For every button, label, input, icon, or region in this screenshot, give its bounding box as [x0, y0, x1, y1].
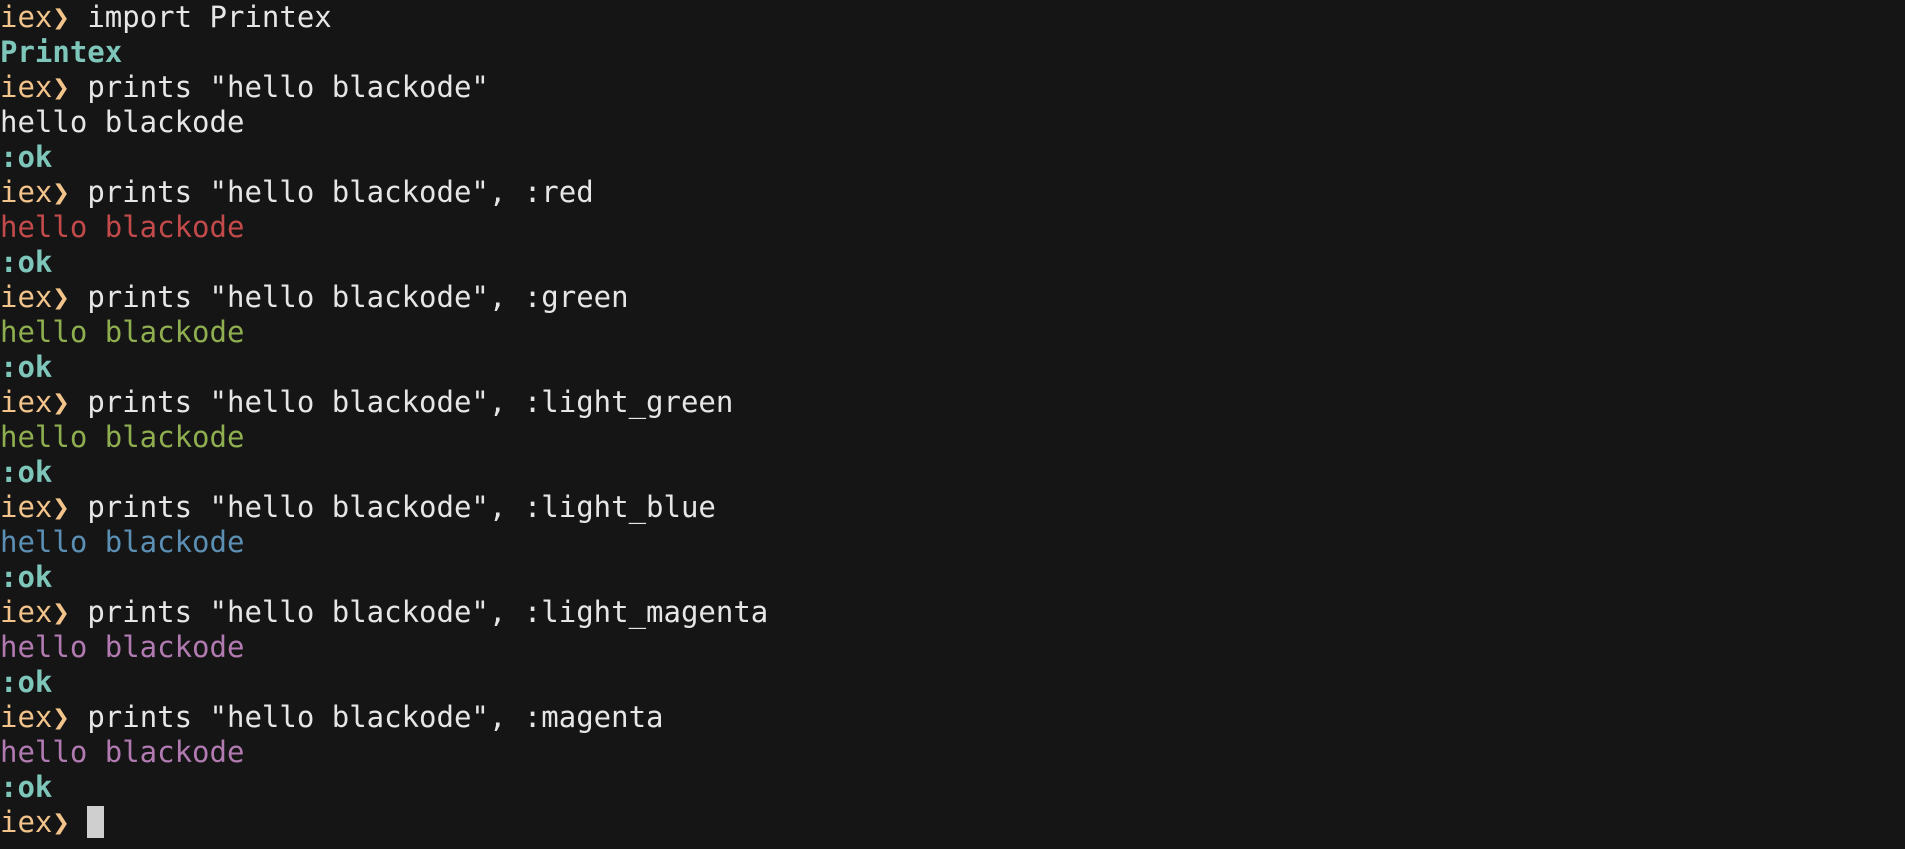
text-cursor[interactable] [87, 806, 105, 838]
input-line: iex❯ prints "hello blackode", :light_gre… [0, 385, 1905, 420]
prompt-label: iex [0, 280, 53, 314]
printed-output-line: hello blackode [0, 630, 1905, 665]
printed-text: hello blackode [0, 735, 245, 769]
prompt-label: iex [0, 700, 53, 734]
ok-atom-output: :ok [0, 245, 53, 279]
prompt-spacer [70, 700, 87, 734]
input-line: iex❯ prints "hello blackode", :magenta [0, 700, 1905, 735]
return-value-line: :ok [0, 560, 1905, 595]
prompt-label: iex [0, 595, 53, 629]
input-line: iex❯ prints "hello blackode", :green [0, 280, 1905, 315]
prompt-arrow-icon: ❯ [52, 490, 70, 524]
prompt-spacer [70, 490, 87, 524]
input-line: iex❯ import Printex [0, 0, 1905, 35]
ok-atom-output: :ok [0, 455, 53, 489]
printed-text: hello blackode [0, 525, 245, 559]
printed-text: hello blackode [0, 630, 245, 664]
ok-atom-output: :ok [0, 770, 53, 804]
prompt-arrow-icon: ❯ [52, 70, 70, 104]
prompt-spacer [70, 175, 87, 209]
printed-output-line: hello blackode [0, 315, 1905, 350]
return-value-line: :ok [0, 455, 1905, 490]
ok-atom-output: :ok [0, 665, 53, 699]
prompt-spacer [70, 595, 87, 629]
printed-output-line: hello blackode [0, 105, 1905, 140]
command-text: prints "hello blackode", :light_green [87, 385, 734, 419]
active-prompt-line: iex❯ [0, 805, 1905, 840]
input-line: iex❯ prints "hello blackode", :red [0, 175, 1905, 210]
prompt-label: iex [0, 385, 53, 419]
prompt-arrow-icon: ❯ [52, 175, 70, 209]
command-text: prints "hello blackode", :green [87, 280, 629, 314]
prompt-label: iex [0, 805, 53, 839]
prompt-spacer [70, 805, 87, 839]
prompt-arrow-icon: ❯ [52, 805, 70, 839]
printed-output-line: hello blackode [0, 735, 1905, 770]
return-value-line: :ok [0, 350, 1905, 385]
terminal-window[interactable]: iex❯ import Printex Printex iex❯ prints "h… [0, 0, 1905, 849]
prompt-arrow-icon: ❯ [52, 700, 70, 734]
command-text: prints "hello blackode", :light_blue [87, 490, 716, 524]
prompt-spacer [70, 70, 87, 104]
printed-output-line: hello blackode [0, 420, 1905, 455]
command-text: prints "hello blackode", :magenta [87, 700, 664, 734]
prompt-spacer [70, 385, 87, 419]
prompt-arrow-icon: ❯ [52, 385, 70, 419]
printed-text: hello blackode [0, 210, 245, 244]
prompt-label: iex [0, 70, 53, 104]
printed-text: hello blackode [0, 105, 245, 139]
return-value-line: :ok [0, 770, 1905, 805]
input-line: iex❯ prints "hello blackode" [0, 70, 1905, 105]
input-line: iex❯ prints "hello blackode", :light_mag… [0, 595, 1905, 630]
ok-atom-output: :ok [0, 350, 53, 384]
printed-text: hello blackode [0, 315, 245, 349]
module-name-output: Printex [0, 35, 123, 69]
prompt-spacer [70, 280, 87, 314]
command-text: prints "hello blackode", :light_magenta [87, 595, 769, 629]
prompt-spacer [70, 0, 87, 34]
return-value-line: :ok [0, 665, 1905, 700]
command-text: import Printex [87, 0, 332, 34]
printed-text: hello blackode [0, 420, 245, 454]
input-line: iex❯ prints "hello blackode", :light_blu… [0, 490, 1905, 525]
command-text: prints "hello blackode" [87, 70, 489, 104]
printed-output-line: hello blackode [0, 210, 1905, 245]
return-value-line: :ok [0, 245, 1905, 280]
prompt-label: iex [0, 175, 53, 209]
module-output-line: Printex [0, 35, 1905, 70]
prompt-arrow-icon: ❯ [52, 595, 70, 629]
ok-atom-output: :ok [0, 140, 53, 174]
command-text: prints "hello blackode", :red [87, 175, 594, 209]
ok-atom-output: :ok [0, 560, 53, 594]
printed-output-line: hello blackode [0, 525, 1905, 560]
prompt-arrow-icon: ❯ [52, 280, 70, 314]
return-value-line: :ok [0, 140, 1905, 175]
prompt-label: iex [0, 490, 53, 524]
prompt-label: iex [0, 0, 53, 34]
prompt-arrow-icon: ❯ [52, 0, 70, 34]
